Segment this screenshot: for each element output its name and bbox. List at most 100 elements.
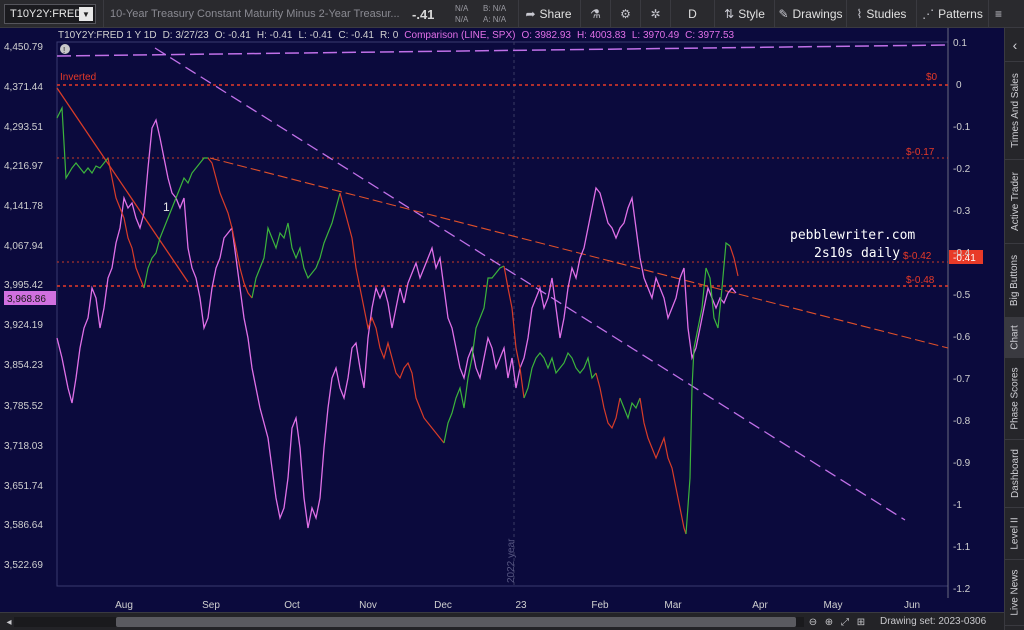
right-tick-9: -0.8 <box>953 416 971 427</box>
side-panel: ‹ Times And Sales Active Trader Big Butt… <box>1004 28 1024 630</box>
tab-phase-scores[interactable]: Phase Scores <box>1005 358 1024 440</box>
bid-ask: B: N/A A: N/A <box>483 4 507 24</box>
share-button[interactable]: ➦ Share <box>518 0 578 28</box>
info-high: H: -0.41 <box>256 29 293 41</box>
level-label-0: $0 <box>926 72 938 83</box>
left-tick-10: 3,718.03 <box>4 441 43 452</box>
tab-chart[interactable]: Chart <box>1005 318 1024 358</box>
chart-area[interactable]: 2022 year 1 Inverted $0 $-0.17 $-0.42 $-… <box>0 28 1004 612</box>
price-chart[interactable]: 2022 year 1 Inverted $0 $-0.17 $-0.42 $-… <box>0 28 1004 612</box>
right-tick-1: 0 <box>956 80 962 91</box>
chevron-left-icon: ‹ <box>1012 36 1018 53</box>
x-tick-oct: Oct <box>284 600 300 611</box>
year-label: 2022 year <box>506 538 517 583</box>
tab-dashboard[interactable]: Dashboard <box>1005 440 1024 508</box>
watermark-caption: 2s10s daily <box>814 246 901 261</box>
tab-live-news[interactable]: Live News <box>1005 560 1024 626</box>
svg-text:!: ! <box>63 46 65 55</box>
info-low: L: -0.41 <box>298 29 333 41</box>
cmp-low: L: 3970.49 <box>631 29 680 41</box>
left-tick-2: 4,293.51 <box>4 122 43 133</box>
inverted-label: Inverted <box>60 72 96 83</box>
drawings-button[interactable]: ✎ Drawings <box>774 0 846 28</box>
scroll-thumb[interactable] <box>116 617 796 627</box>
net-change: N/A N/A <box>455 4 469 24</box>
cmp-close: C: 3977.53 <box>685 29 735 41</box>
left-tick-12: 3,586.64 <box>4 520 43 531</box>
x-tick-nov: Nov <box>359 600 377 611</box>
tab-active-trader[interactable]: Active Trader <box>1005 160 1024 244</box>
x-tick-sep: Sep <box>202 600 220 611</box>
left-tick-13: 3,522.69 <box>4 560 43 571</box>
right-tick-12: -1.1 <box>953 542 971 553</box>
right-tick-2: -0.1 <box>953 122 971 133</box>
x-tick-aug: Aug <box>115 600 133 611</box>
studies-icon: ⌇ <box>856 7 863 21</box>
zoom-out-icon[interactable]: ⊖ <box>806 615 820 629</box>
right-tick-0: 0.1 <box>953 38 967 49</box>
watermark-site: pebblewriter.com <box>790 228 916 243</box>
style-button[interactable]: ⇅ Style <box>714 0 774 28</box>
style-icon: ⇅ <box>724 7 735 21</box>
wave-marker: 1 <box>163 200 170 214</box>
x-tick-dec: Dec <box>434 600 452 611</box>
period-button[interactable]: D <box>670 0 714 28</box>
comparison-label[interactable]: Comparison (LINE, SPX) <box>404 30 515 41</box>
right-tick-11: -1 <box>953 500 962 511</box>
right-tick-10: -0.9 <box>953 458 971 469</box>
x-tick-23: 23 <box>515 600 527 611</box>
info-close: C: -0.41 <box>338 29 374 41</box>
studies-button[interactable]: ⌇ Studies <box>846 0 916 28</box>
zoom-reset-icon[interactable]: ⤢ <box>838 615 852 629</box>
top-toolbar: T10Y2Y:FRED ▼ 10-Year Treasury Constant … <box>0 0 1024 28</box>
left-tick-9: 3,785.52 <box>4 401 43 412</box>
patterns-icon: ⋰ <box>922 7 935 21</box>
left-tick-7: 3,924.19 <box>4 320 43 331</box>
x-tick-mar: Mar <box>664 600 682 611</box>
left-tick-8: 3,854.23 <box>4 360 43 371</box>
left-tick-6: 3,995.42 <box>4 280 43 291</box>
right-tick-7: -0.6 <box>953 332 971 343</box>
x-tick-may: May <box>824 600 843 611</box>
right-tick-5: -0.4 <box>953 248 971 259</box>
info-date: D: 3/27/23 <box>162 29 209 41</box>
symbol-selector[interactable]: T10Y2Y:FRED ▼ <box>4 4 96 24</box>
patterns-button[interactable]: ⋰ Patterns <box>916 0 988 28</box>
bottom-bar: ◂ ⊖ ⊕ ⤢ ⊞ Drawing set: 2023-0306 <box>0 612 1004 630</box>
cmp-open: O: 3982.93 <box>521 29 571 41</box>
right-tick-4: -0.3 <box>953 206 971 217</box>
settings-button[interactable]: ✲ <box>640 0 670 28</box>
spx-value-tag: 3,968.86 <box>7 294 46 305</box>
info-open: O: -0.41 <box>214 29 251 41</box>
tab-big-buttons[interactable]: Big Buttons <box>1005 244 1024 318</box>
symbol-text: T10Y2Y:FRED <box>10 8 83 20</box>
share-icon: ➦ <box>525 7 536 21</box>
level-label-048: $-0.48 <box>906 275 935 286</box>
tools-button[interactable]: ⚙ <box>610 0 640 28</box>
left-tick-5: 4,067.94 <box>4 241 43 252</box>
right-tick-6: -0.5 <box>953 290 971 301</box>
side-expand-button[interactable]: ‹ <box>1005 28 1024 62</box>
zoom-in-icon[interactable]: ⊕ <box>822 615 836 629</box>
chart-info-bar: T10Y2Y:FRED 1 Y 1D D: 3/27/23 O: -0.41 H… <box>58 28 734 42</box>
left-tick-1: 4,371.44 <box>4 82 43 93</box>
gear-icon: ⚙ <box>620 7 631 21</box>
chart-title: T10Y2Y:FRED 1 Y 1D <box>58 29 157 41</box>
sun-icon: ✲ <box>650 7 661 21</box>
left-tick-4: 4,141.78 <box>4 201 43 212</box>
tab-times-and-sales[interactable]: Times And Sales <box>1005 62 1024 160</box>
more-button[interactable]: ≡ <box>988 0 1008 28</box>
right-tick-13: -1.2 <box>953 584 971 595</box>
drawing-set-label[interactable]: Drawing set: 2023-0306 <box>880 616 986 627</box>
chevron-down-icon[interactable]: ▼ <box>79 7 93 21</box>
left-tick-3: 4,216.97 <box>4 161 43 172</box>
tab-level-ii[interactable]: Level II <box>1005 508 1024 560</box>
flask-icon: ⚗ <box>590 7 601 21</box>
flask-button[interactable]: ⚗ <box>580 0 610 28</box>
left-tick-0: 4,450.79 <box>4 42 43 53</box>
right-tick-3: -0.2 <box>953 164 971 175</box>
x-tick-feb: Feb <box>591 600 609 611</box>
level-label-017: $-0.17 <box>906 147 935 158</box>
scroll-left-icon[interactable]: ◂ <box>2 615 16 629</box>
grid-icon[interactable]: ⊞ <box>854 615 868 629</box>
